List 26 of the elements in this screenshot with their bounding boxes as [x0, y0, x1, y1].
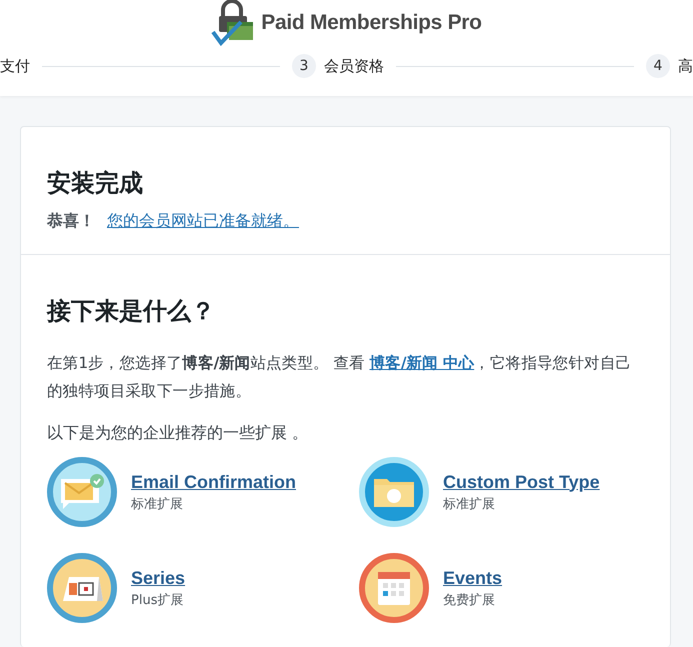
extension-tier-label: Plus扩展: [131, 592, 184, 608]
section-title: 接下来是什么？: [47, 296, 216, 327]
intro-text: 以下是为您的企业推荐的一些扩展 。: [47, 422, 310, 444]
step-label: 会员资格: [324, 56, 384, 76]
envelope-icon: [47, 457, 117, 527]
extension-tier-label: 免费扩展: [443, 592, 496, 608]
site-ready-link[interactable]: 您的会员网站已准备就绪。: [107, 211, 299, 232]
extension-link[interactable]: Events: [443, 568, 502, 588]
folder-icon: [359, 457, 429, 527]
step-label: 支付: [0, 56, 30, 76]
extension-link[interactable]: Email Confirmation: [131, 472, 296, 492]
logo-text: Paid Memberships Pro: [261, 11, 482, 35]
step-number: 3: [292, 54, 316, 78]
step-number: 4: [646, 54, 670, 78]
calendar-icon: [359, 553, 429, 623]
extension-tier-label: 标准扩展: [131, 496, 184, 512]
extension-tier-label: 标准扩展: [443, 496, 496, 512]
extension-link[interactable]: Series: [131, 568, 186, 588]
description-text: 在第1步，您选择了博客/新闻站点类型。 查看 博客/新闻 中心，它将指导您针对自己的独特项目采取下一步措施。: [47, 353, 632, 402]
hub-link[interactable]: 博客/新闻 中心: [370, 354, 474, 372]
step-label: 高: [678, 56, 693, 76]
extension-link[interactable]: Custom Post Type: [443, 472, 600, 492]
congrats-text: 恭喜！: [47, 211, 95, 232]
calendar-icon: [47, 553, 117, 623]
logo-icon: [211, 0, 256, 46]
section-title: 安装完成: [47, 168, 144, 199]
